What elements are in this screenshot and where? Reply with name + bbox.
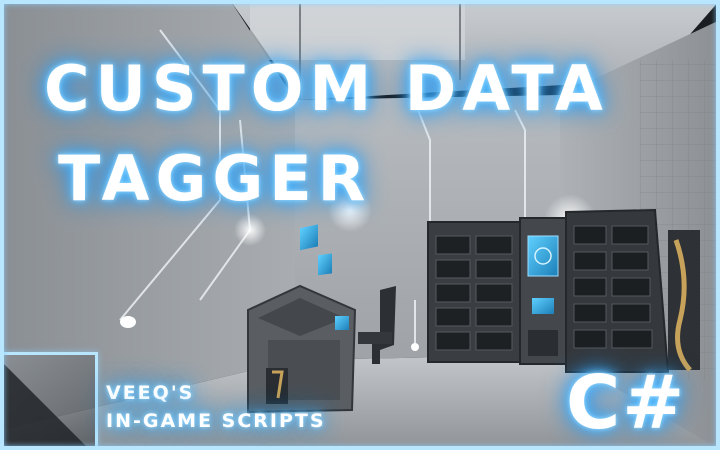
ceiling-light-panel [250, 0, 465, 60]
banner-image: CUSTOM DATA TAGGER VEEQ'S IN-GAME SCRIPT… [0, 0, 720, 450]
server-rack-right [565, 208, 700, 373]
title-line-1: CUSTOM DATA [44, 52, 609, 125]
csharp-language-badge: C# [566, 360, 687, 446]
corner-accent-box [0, 352, 98, 450]
subtitle-series: IN-GAME SCRIPTS [106, 410, 326, 432]
screen-kiosk [519, 217, 567, 365]
wall-light-dot [120, 316, 136, 328]
title-line-2: TAGGER [58, 142, 372, 215]
subtitle-author: VEEQ'S [106, 382, 195, 404]
server-rack-left [427, 221, 521, 363]
